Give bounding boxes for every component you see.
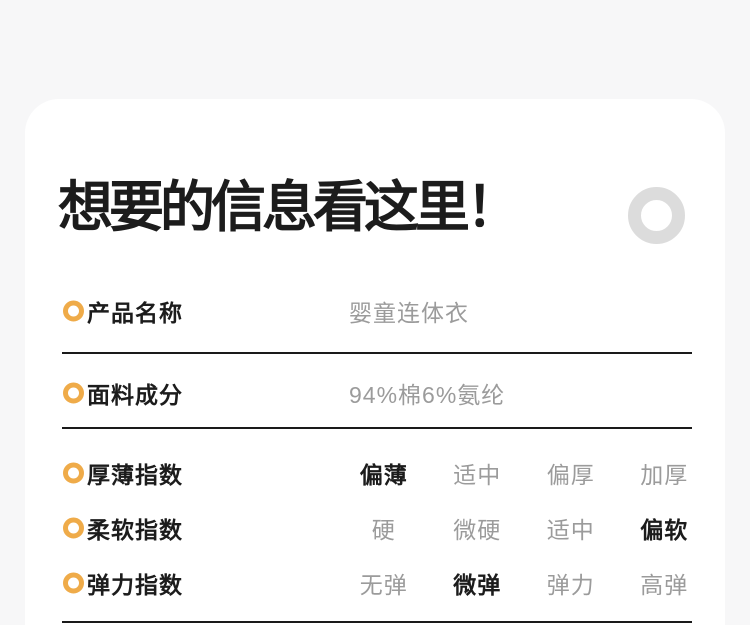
row-label: 厚薄指数 xyxy=(87,462,183,488)
donut-ring-icon xyxy=(628,187,685,244)
option-cell: 弹力 xyxy=(546,572,595,598)
option-cell: 加厚 xyxy=(640,462,689,488)
option-cell: 适中 xyxy=(453,462,502,488)
bullet-ring-icon xyxy=(63,572,84,594)
bullet-ring-icon xyxy=(63,517,84,539)
bullet-ring-icon xyxy=(63,382,84,404)
divider xyxy=(62,621,692,623)
option-scale: 硬 微硬 适中 偏软 xyxy=(337,511,711,545)
row-label: 弹力指数 xyxy=(87,572,183,598)
index-row-softness: 柔软指数 硬 微硬 适中 偏软 xyxy=(25,511,725,545)
option-cell: 偏厚 xyxy=(546,462,595,488)
option-scale: 无弹 微弹 弹力 高弹 xyxy=(337,566,711,600)
option-cell: 无弹 xyxy=(359,572,408,598)
bullet-ring-icon xyxy=(63,300,84,322)
index-row-thickness: 厚薄指数 偏薄 适中 偏厚 加厚 xyxy=(25,456,725,490)
index-row-elasticity: 弹力指数 无弹 微弹 弹力 高弹 xyxy=(25,566,725,600)
option-cell: 适中 xyxy=(546,517,595,543)
option-cell: 偏薄 xyxy=(359,462,408,488)
row-label: 面料成分 xyxy=(87,382,183,408)
row-label: 产品名称 xyxy=(87,300,183,326)
row-value: 94%棉6%氨纶 xyxy=(349,382,506,408)
card-title: 想要的信息看这里！ xyxy=(58,176,521,238)
row-value: 婴童连体衣 xyxy=(349,300,469,326)
option-cell: 高弹 xyxy=(640,572,689,598)
option-scale: 偏薄 适中 偏厚 加厚 xyxy=(337,456,711,490)
page-background: 想要的信息看这里！ 产品名称 婴童连体衣 面料成分 94%棉6%氨纶 厚薄指数 … xyxy=(0,0,750,625)
option-cell: 微硬 xyxy=(453,517,502,543)
bullet-ring-icon xyxy=(63,462,84,484)
option-cell: 微弹 xyxy=(453,572,502,598)
info-row-fabric: 面料成分 94%棉6%氨纶 xyxy=(25,376,725,410)
info-row-product-name: 产品名称 婴童连体衣 xyxy=(25,294,725,328)
option-cell: 硬 xyxy=(371,517,396,543)
divider xyxy=(62,352,692,354)
row-label: 柔软指数 xyxy=(87,517,183,543)
option-cell: 偏软 xyxy=(640,517,689,543)
product-info-card: 想要的信息看这里！ 产品名称 婴童连体衣 面料成分 94%棉6%氨纶 厚薄指数 … xyxy=(25,99,725,625)
divider xyxy=(62,427,692,429)
